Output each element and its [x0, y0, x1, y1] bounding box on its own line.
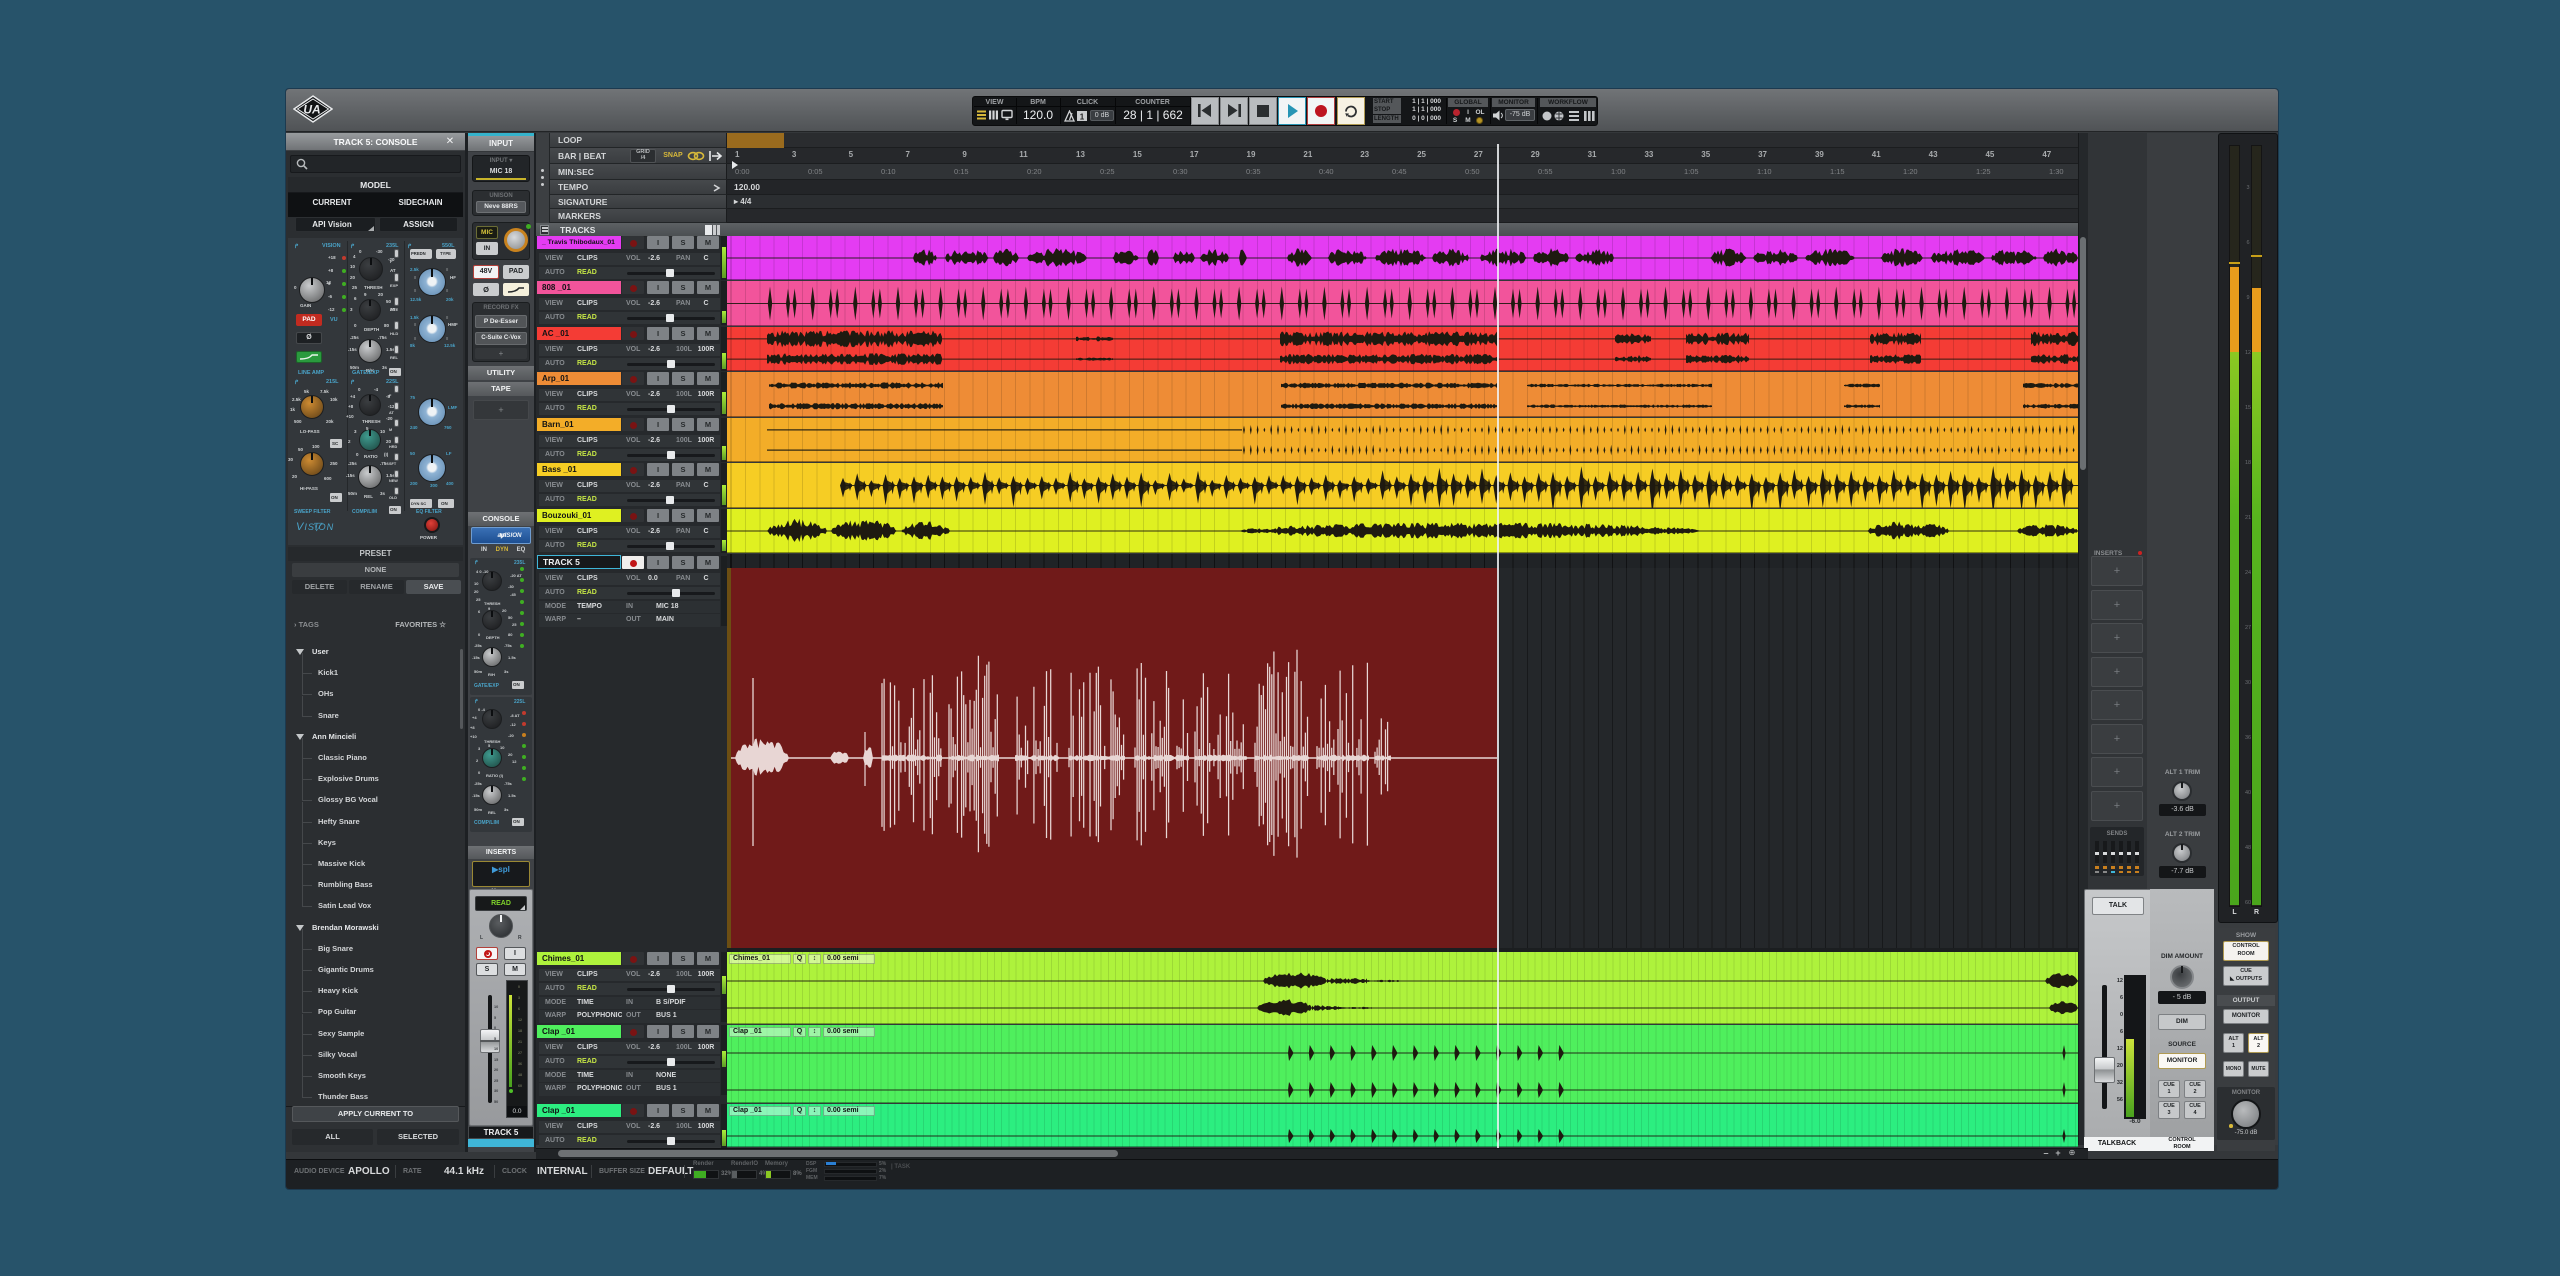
- svg-text:UA: UA: [303, 103, 320, 117]
- svg-text:1: 1: [1080, 113, 1085, 122]
